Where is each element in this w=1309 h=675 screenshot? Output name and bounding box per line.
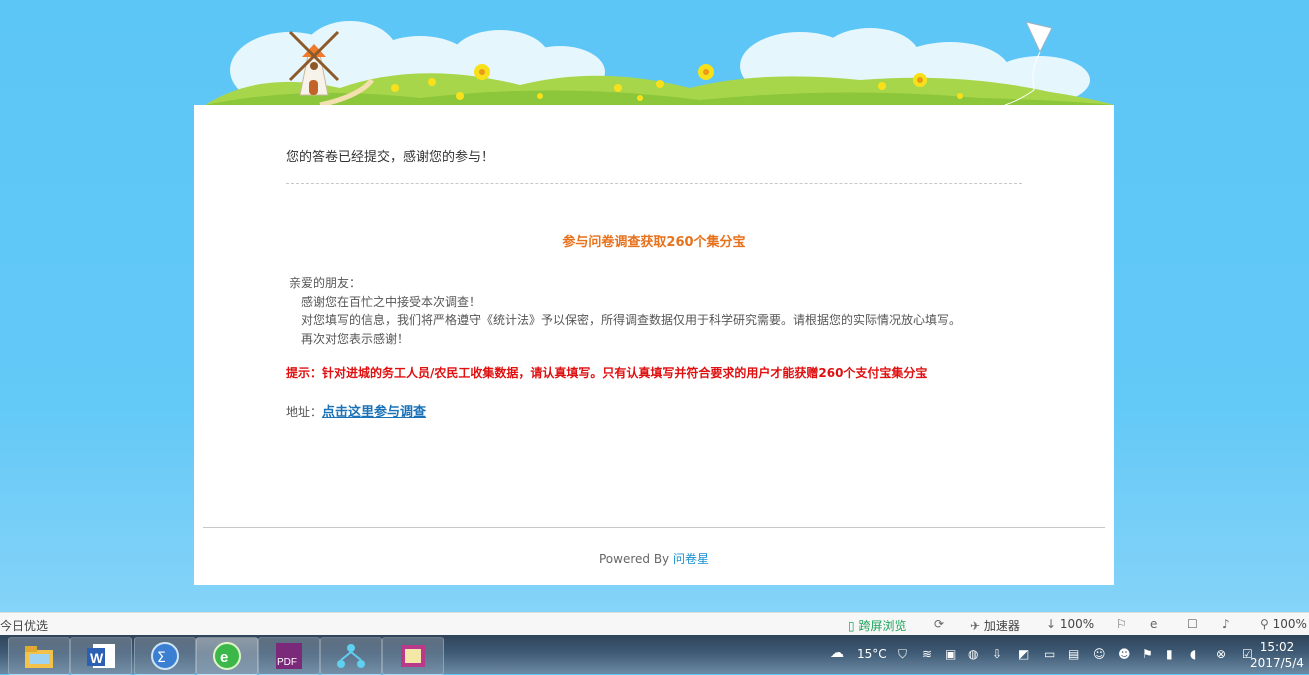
clock-time: 15:02 [1259,640,1295,654]
taskbar-word[interactable]: W [70,637,132,675]
dashed-divider [286,183,1022,184]
qq-alt-icon[interactable]: ☻ [1118,647,1131,661]
magnifier-icon: ⚲ [1260,617,1269,631]
promo-title: 参与问卷调查获取260个集分宝 [562,235,746,250]
download-arrow-icon: ↓ [1046,617,1057,631]
download-percent: 100% [1059,617,1095,631]
taskbar-browser[interactable]: e [196,637,258,675]
clock-date: 2017/5/4 [1250,656,1304,670]
network-icon [337,644,365,668]
today-picks-link[interactable]: 今日优选 [0,617,48,634]
letter-line-1: 感谢您在百忙之中接受本次调查！ [301,294,482,309]
windows-taskbar: W Σ e PDF ☁ 15°C ⛉ ≋ ▣ ◍ ⇩ ◩ ▭ ▤ ☺ ☻ ⚑ ▮… [0,635,1309,675]
cross-screen-button[interactable]: ▯ 跨屏浏览 [848,617,906,634]
submission-message: 您的答卷已经提交，感谢您的参与！ [286,150,495,165]
zoom-level: 100% [1272,617,1307,631]
svg-text:PDF: PDF [277,657,297,668]
flag-tray-icon[interactable]: ⚑ [1142,647,1153,661]
address-label: 地址： [286,405,323,419]
refresh-icon[interactable]: ⟳ [934,617,944,631]
tip-text: 提示：针对进城的务工人员/农民工收集数据，请认真填写。只有认真填写并符合要求的用… [286,366,928,380]
result-card: 您的答卷已经提交，感谢您的参与！ 参与问卷调查获取260个集分宝 亲爱的朋友： … [194,105,1114,585]
download-button[interactable]: ↓ 100% [1046,617,1094,631]
display-icon[interactable]: ▤ [1068,647,1079,661]
speaker-icon[interactable]: ♪ [1222,617,1230,631]
flag-icon[interactable]: ⚐ [1116,617,1127,631]
window-icon[interactable]: ☐ [1187,617,1198,631]
photo-icon[interactable]: ▣ [945,647,956,661]
letter-line-2: 对您填写的信息，我们将严格遵守《统计法》予以保密，所得调查数据仅用于科学研究需要… [301,313,962,327]
wechat-icon[interactable]: ◍ [968,647,978,661]
accelerator-button[interactable]: ✈ 加速器 [970,617,1020,634]
svg-text:e: e [220,649,228,666]
powered-by-label: Powered By [598,552,670,566]
browser-status-bar: 今日优选 ▯ 跨屏浏览 ⟳ ✈ 加速器 ↓ 100% ⚐ e ☐ ♪ ⚲ 100… [0,612,1309,635]
svg-text:Σ: Σ [157,650,166,666]
cloud-icon[interactable]: ☁ [830,645,844,661]
taskbar-network[interactable] [320,637,382,675]
pdf-icon: PDF [276,643,302,669]
letter-line-3: 再次对您表示感谢！ [301,331,410,346]
taskbar-book[interactable] [382,637,444,675]
browser-icon: e [213,642,241,670]
zoom-button[interactable]: ⚲ 100% [1260,617,1307,631]
letter-greeting: 亲爱的朋友： [289,276,362,290]
cross-screen-label: 跨屏浏览 [858,619,907,633]
qq-icon[interactable]: ☺ [1093,647,1106,661]
footer-divider [203,527,1105,528]
letter-body: 亲爱的朋友： 感谢您在百忙之中接受本次调查！ 对您填写的信息，我们将严格遵守《统… [289,274,961,348]
math-icon: Σ [151,642,179,670]
clock[interactable]: 15:02 2017/5/4 [1248,639,1306,671]
shield-icon[interactable]: ⛉ [898,647,907,662]
phone-icon: ▯ [848,619,855,633]
wenjuanxing-link[interactable]: 问卷星 [673,552,709,566]
survey-link[interactable]: 点击这里参与调查 [322,405,426,420]
taskbar-math[interactable]: Σ [134,637,196,675]
address-row: 地址：点击这里参与调查 [286,401,426,420]
close-circle-icon[interactable]: ⊗ [1216,647,1226,661]
taskbar-file-explorer[interactable] [8,637,70,675]
ie-icon[interactable]: e [1150,617,1157,631]
powered-by: Powered By 问卷星 [194,550,1114,567]
word-icon: W [87,644,115,668]
file-explorer-icon [25,646,53,668]
accelerator-label: 加速器 [983,619,1020,633]
download-tray-icon[interactable]: ⇩ [992,647,1002,661]
speaker-tray-icon[interactable]: ◖ [1190,647,1196,661]
svg-text:W: W [90,650,104,666]
nvidia-icon[interactable]: ◩ [1018,647,1029,661]
battery-icon[interactable]: ▮ [1166,647,1173,661]
taskbar-pdf[interactable]: PDF [258,637,320,675]
monitor-icon[interactable]: ▭ [1044,647,1055,661]
book-icon [401,645,425,667]
rocket-icon: ✈ [970,619,981,633]
network-tray-icon[interactable]: ≋ [922,647,932,661]
weather-temp[interactable]: 15°C [857,647,887,661]
